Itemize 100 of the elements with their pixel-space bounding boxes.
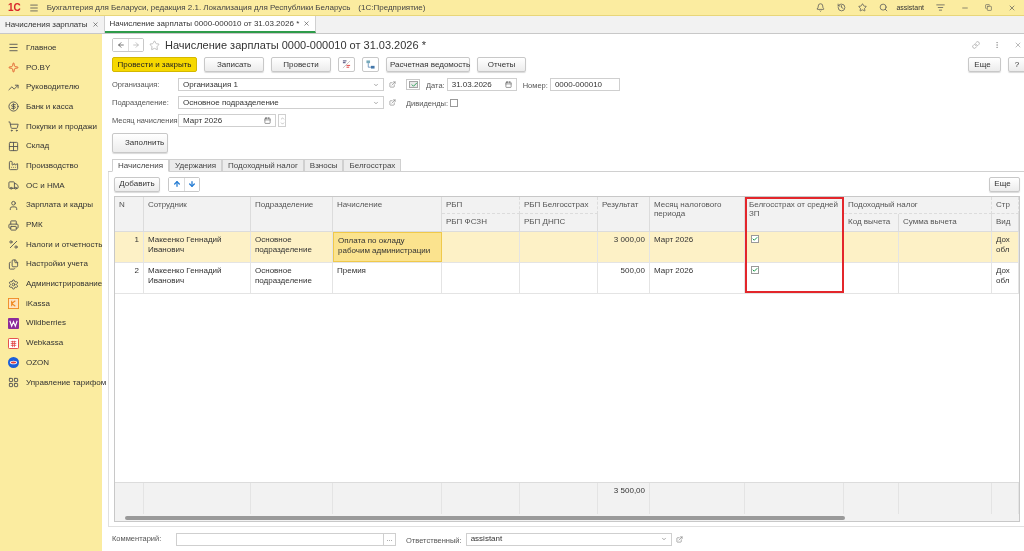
- sidebar-item[interactable]: Настройки учета: [0, 254, 102, 275]
- dropdown-icon[interactable]: [373, 99, 379, 106]
- structure-button[interactable]: [362, 57, 379, 72]
- sidebar-item[interactable]: Webkassa: [0, 333, 102, 353]
- forward-icon: [132, 41, 140, 49]
- month-field[interactable]: Март 2026: [178, 114, 276, 127]
- table-cell: Оплата по окладу рабочим администрации: [333, 232, 442, 262]
- number-field[interactable]: 0000-000010: [549, 78, 620, 91]
- table-cell: 2: [115, 263, 144, 293]
- up-arrow-icon: [172, 180, 181, 188]
- tab[interactable]: Подоходный налог: [222, 159, 304, 172]
- dropdown-icon[interactable]: [373, 81, 379, 88]
- close-icon[interactable]: [1014, 41, 1022, 49]
- sidebar-item[interactable]: Производство: [0, 156, 102, 176]
- post-and-close-button[interactable]: Провести и закрыть: [112, 57, 197, 72]
- sidebar-item[interactable]: Главное: [0, 38, 102, 58]
- organization-field[interactable]: Организация 1: [178, 78, 384, 91]
- sidebar-item[interactable]: РМК: [0, 215, 102, 235]
- toolbar-button[interactable]: Провести: [271, 57, 331, 72]
- menu-icon[interactable]: [28, 2, 39, 13]
- sidebar-item[interactable]: Банк и касса: [0, 97, 102, 117]
- calendar-icon[interactable]: [504, 81, 512, 88]
- sidebar-item[interactable]: ОС и НМА: [0, 175, 102, 196]
- files-icon: [8, 258, 19, 270]
- back-icon: [116, 41, 125, 49]
- checkbox[interactable]: [450, 98, 458, 107]
- dropdown-icon[interactable]: [660, 536, 667, 542]
- open-tab[interactable]: Начисление зарплаты 0000-000010 от 31.03.2026 *: [104, 16, 317, 33]
- more-icon[interactable]: [993, 41, 1001, 49]
- bell-icon[interactable]: [816, 3, 826, 12]
- payroll-sheet-button[interactable]: Расчетная ведомость: [386, 57, 470, 72]
- tab[interactable]: Удержания: [169, 159, 223, 172]
- column-header: Вид: [992, 214, 1019, 231]
- column-header: РБП ДНПС: [520, 214, 598, 231]
- truck-icon: [8, 180, 19, 192]
- sidebar-item[interactable]: OZON: [0, 353, 102, 373]
- sidebar-item[interactable]: Руководителю: [0, 77, 102, 98]
- column-header: Стр: [992, 197, 1019, 214]
- menu-icon: [8, 42, 19, 54]
- reports-button[interactable]: Отчеты: [477, 57, 526, 72]
- close-icon[interactable]: [1008, 3, 1016, 12]
- restore-icon[interactable]: [985, 4, 992, 11]
- link-icon[interactable]: [972, 41, 980, 49]
- fill-button[interactable]: Заполнить: [112, 133, 168, 153]
- percent-icon: [8, 239, 19, 251]
- more-button[interactable]: Еще: [968, 57, 1001, 72]
- sidebar-item[interactable]: Покупки и продажи: [0, 116, 102, 137]
- gear-icon: [8, 278, 19, 290]
- open-icon[interactable]: [389, 81, 396, 88]
- app-title: Бухгалтерия для Беларуси, редакция 2.1. Локализация для Республики Беларусь: [46, 2, 351, 13]
- open-icon[interactable]: [675, 535, 683, 543]
- more-button[interactable]: Еще: [989, 176, 1020, 192]
- coin-icon: [8, 101, 19, 113]
- column-header: РБП Белгосстрах: [520, 197, 598, 214]
- open-icon[interactable]: [389, 99, 396, 106]
- department-field[interactable]: Основное подразделение: [178, 96, 384, 109]
- hierarchy-icon: [366, 60, 375, 69]
- table-row[interactable]: 1 Макеенко Геннадий Иванович Основное подразделение Оплата по окладу рабочим администрации 3 000,00 Март 2026 Дох обл: [115, 232, 1019, 263]
- star-icon[interactable]: [149, 39, 160, 51]
- sidebar-item[interactable]: РО.BY: [0, 57, 102, 78]
- filter-icon[interactable]: [936, 3, 945, 12]
- help-button[interactable]: ?: [1008, 57, 1024, 72]
- search-icon[interactable]: [879, 3, 889, 12]
- sidebar-item[interactable]: Администрирование: [0, 274, 102, 294]
- document-title: Начисление зарплаты 0000-000010 от 31.03.2026 *: [165, 40, 426, 50]
- star-icon[interactable]: [858, 3, 868, 12]
- check-icon: [752, 266, 758, 274]
- checkbox[interactable]: [751, 235, 759, 243]
- move-down-button[interactable]: [184, 177, 199, 191]
- table-cell: 3 000,00: [598, 232, 650, 262]
- table-cell: Премия: [333, 263, 442, 293]
- table-cell: Дох обл: [992, 232, 1019, 262]
- sidebar-item[interactable]: Склад: [0, 136, 102, 157]
- history-icon[interactable]: [837, 3, 847, 12]
- column-header: РБП ФСЗН: [442, 214, 520, 231]
- column-header: Код вычета: [844, 214, 899, 231]
- add-button[interactable]: Добавить: [114, 176, 160, 192]
- sidebar-item[interactable]: Зарплата и кадры: [0, 195, 102, 216]
- horizontal-scrollbar[interactable]: [115, 514, 1019, 521]
- close-icon[interactable]: [303, 20, 311, 27]
- toolbar-button[interactable]: Записать: [204, 57, 264, 72]
- table-row[interactable]: 2 Макеенко Геннадий Иванович Основное подразделение Премия 500,00 Март 2026 Дох обл: [115, 263, 1019, 294]
- sidebar-item[interactable]: iKassa: [0, 293, 102, 314]
- printer-icon: [8, 219, 19, 231]
- sidebar-item[interactable]: Налоги и отчетность: [0, 234, 102, 255]
- calendar-icon[interactable]: [264, 117, 271, 124]
- tab[interactable]: Белгосстрах: [343, 159, 402, 172]
- edit-button[interactable]: [406, 79, 420, 90]
- date-field[interactable]: 31.03.2026: [446, 78, 517, 91]
- checkbox[interactable]: [751, 266, 759, 274]
- spin-button[interactable]: [278, 114, 286, 127]
- responsible-field[interactable]: assistant: [465, 532, 672, 546]
- cart-icon: [8, 121, 19, 133]
- circle-icon: [8, 357, 19, 369]
- postings-button[interactable]: [338, 57, 355, 72]
- tab[interactable]: Начисления: [112, 159, 170, 172]
- close-icon[interactable]: [91, 21, 99, 28]
- column-header: РБП: [442, 197, 520, 214]
- tab[interactable]: Взносы: [303, 159, 344, 172]
- sidebar-item[interactable]: Wildberries: [0, 313, 102, 334]
